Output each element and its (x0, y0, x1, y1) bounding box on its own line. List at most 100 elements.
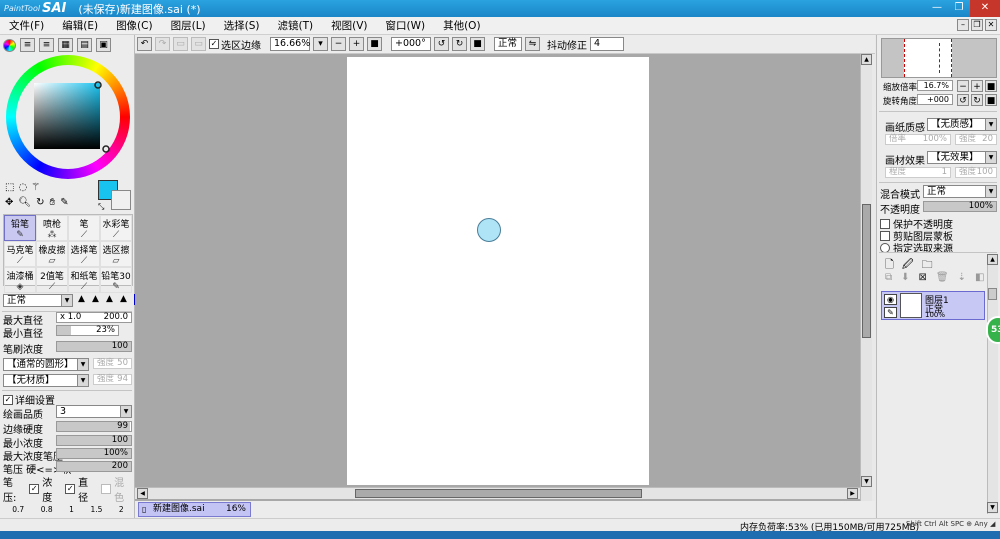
scroll-up-arrow[interactable]: ▲ (861, 54, 872, 65)
palette-icon[interactable]: ▤ (77, 38, 92, 52)
swatch-icon[interactable]: ▦ (58, 38, 73, 52)
max-pressure-slider[interactable]: 100% (56, 448, 132, 459)
rect-select-icon[interactable]: ⬚ (5, 182, 14, 193)
layer-scroll-up-arrow[interactable]: ▲ (987, 254, 998, 265)
doc-close-button[interactable]: ✕ (985, 19, 997, 31)
max-size-slider[interactable]: x 1.0 200.0 (56, 312, 132, 323)
tool-brush[interactable]: 笔 ⟋ (68, 215, 100, 241)
layer-opacity-slider[interactable]: 100% (923, 201, 997, 212)
paper-texture-dropdown[interactable]: 【无质感】 ▼ (927, 118, 997, 131)
tool-bucket[interactable]: 油漆桶 ◈ (4, 267, 36, 293)
rotation-field[interactable]: +000° (391, 37, 431, 51)
menu-edit[interactable]: 编辑(E) (53, 18, 107, 33)
layer-scroll-down-arrow[interactable]: ▼ (987, 502, 998, 513)
menu-filter[interactable]: 滤镜(T) (269, 18, 323, 33)
menu-other[interactable]: 其他(O) (434, 18, 489, 33)
hsv-slider-icon[interactable]: ≡ (39, 38, 54, 52)
paper-scale-slider[interactable]: 倍率 100% (885, 134, 951, 145)
tool-marker[interactable]: 马克笔 ⟋ (4, 241, 36, 267)
color-wheel-mode-icon[interactable] (3, 38, 16, 52)
move-icon[interactable]: ✥ (5, 197, 13, 208)
density-slider[interactable]: 100 (56, 341, 132, 352)
layer-scroll-thumb[interactable] (988, 288, 997, 300)
menu-file[interactable]: 文件(F) (0, 18, 53, 33)
detail-settings-checkbox[interactable]: ✓ (3, 394, 13, 405)
paper-effect-dropdown[interactable]: 【无效果】 ▼ (927, 151, 997, 164)
minimize-button[interactable]: — (926, 0, 948, 17)
zoom-icon[interactable]: 🔍︎ (18, 197, 31, 208)
nav-rotate-reset-button[interactable]: ■ (985, 94, 997, 106)
tool-watercolor[interactable]: 水彩笔 ⟋ (100, 215, 132, 241)
brush-size-preset[interactable]: 1.5 (90, 505, 102, 514)
redo-button[interactable]: ↷ (155, 37, 170, 51)
navigator-preview[interactable] (881, 38, 997, 78)
rotate-icon[interactable]: ↻ (36, 197, 44, 208)
rotate-reset-button[interactable]: ■ (470, 37, 485, 51)
tool-select-pen[interactable]: 选择笔 ⟋ (68, 241, 100, 267)
min-size-slider[interactable]: 23% (56, 325, 119, 336)
canvas-paper[interactable] (347, 57, 649, 485)
protect-opacity-checkbox[interactable] (880, 218, 890, 229)
menu-view[interactable]: 视图(V) (322, 18, 376, 33)
delete-layer-icon[interactable]: 🗑︎ (936, 272, 949, 283)
color-wheel[interactable] (6, 55, 130, 179)
tool-binary-pen[interactable]: 2值笔 ⟋ (36, 267, 68, 293)
undo-button[interactable]: ↶ (137, 37, 152, 51)
canvas-area[interactable] (135, 54, 860, 501)
menu-image[interactable]: 图像(C) (107, 18, 162, 33)
nav-rotate-left-button[interactable]: ↺ (957, 94, 969, 106)
tool-pencil30[interactable]: 铅笔30 ✎ (100, 267, 132, 293)
selection-source-radio[interactable] (880, 242, 890, 253)
vertical-scroll-thumb[interactable] (862, 204, 871, 338)
tool-pencil[interactable]: 铅笔 ✎ (4, 215, 36, 241)
zoom-in-button[interactable]: + (349, 37, 364, 51)
rotate-left-button[interactable]: ↺ (434, 37, 449, 51)
menu-layer[interactable]: 图层(L) (162, 18, 215, 33)
clear-layer-icon[interactable]: ⊠ (919, 272, 927, 283)
selection-edge-toggle[interactable]: ✓ 选区边缘 (209, 37, 261, 52)
brush-size-preset[interactable]: 2 (119, 505, 124, 514)
effect-degree-slider[interactable]: 程度 1 (885, 167, 951, 178)
edge-shape-3-icon[interactable]: ▲ (106, 294, 118, 305)
doc-minimize-button[interactable]: – (957, 19, 969, 31)
tool-washi-pen[interactable]: 和纸笔 ⟋ (68, 267, 100, 293)
scratchpad-icon[interactable]: ▣ (96, 38, 111, 52)
close-button[interactable]: ✕ (970, 0, 1000, 17)
rotate-right-button[interactable]: ↻ (452, 37, 467, 51)
brush-size-preset[interactable]: 0.7 (12, 505, 24, 514)
nav-angle-slider[interactable]: +000 (917, 94, 953, 105)
hand-icon[interactable]: ✋︎ (49, 197, 55, 208)
nav-zoom-in-button[interactable]: + (971, 80, 983, 92)
layer-item[interactable]: ◉ ✎ 图层1 正常 100% (881, 291, 985, 320)
horizontal-scrollbar[interactable]: ◀ ▶ (135, 487, 860, 499)
zoom-dropdown-button[interactable]: ▾ (313, 37, 328, 51)
doc-restore-button[interactable]: ❐ (971, 19, 983, 31)
magic-wand-icon[interactable]: ⚚ (31, 182, 40, 193)
zoom-out-button[interactable]: − (331, 37, 346, 51)
zoom-reset-button[interactable]: ■ (367, 37, 382, 51)
brush-lock-icon[interactable]: ✎ (884, 307, 897, 318)
scroll-down-arrow[interactable]: ▼ (861, 476, 872, 487)
nav-zoom-reset-button[interactable]: ■ (985, 80, 997, 92)
edge-hardness-slider[interactable]: 99 (56, 421, 132, 432)
swap-colors-icon[interactable]: ⤡ (98, 202, 104, 212)
texture-strength-slider[interactable]: 强度 94 (93, 374, 132, 385)
nav-zoom-slider[interactable]: 16.7% (917, 80, 953, 91)
brush-shape-dropdown[interactable]: 【通常的圆形】 ▼ (3, 358, 89, 371)
rgb-slider-icon[interactable]: ≡ (20, 38, 35, 52)
blend-mode-field[interactable]: 正常 (494, 37, 522, 51)
selection-edge-checkbox[interactable]: ✓ (209, 39, 219, 49)
shape-strength-slider[interactable]: 强度 50 (93, 358, 132, 369)
tool-airbrush[interactable]: 喷枪 ⁂ (36, 215, 68, 241)
edge-shape-1-icon[interactable]: ▲ (78, 294, 90, 305)
lasso-icon[interactable]: ◌ (18, 182, 27, 193)
secondary-color-swatch[interactable] (111, 190, 131, 210)
horizontal-scroll-thumb[interactable] (355, 489, 642, 498)
stabilizer-field[interactable]: 4 (590, 37, 624, 51)
brush-mode-dropdown[interactable]: 正常 ▼ (3, 294, 73, 307)
edge-shape-2-icon[interactable]: ▲ (92, 294, 104, 305)
min-density-slider[interactable]: 100 (56, 435, 132, 446)
nav-rotate-right-button[interactable]: ↻ (971, 94, 983, 106)
vertical-scrollbar[interactable]: ▲ ▼ (860, 54, 872, 501)
deselect-button[interactable]: ▭ (173, 37, 188, 51)
